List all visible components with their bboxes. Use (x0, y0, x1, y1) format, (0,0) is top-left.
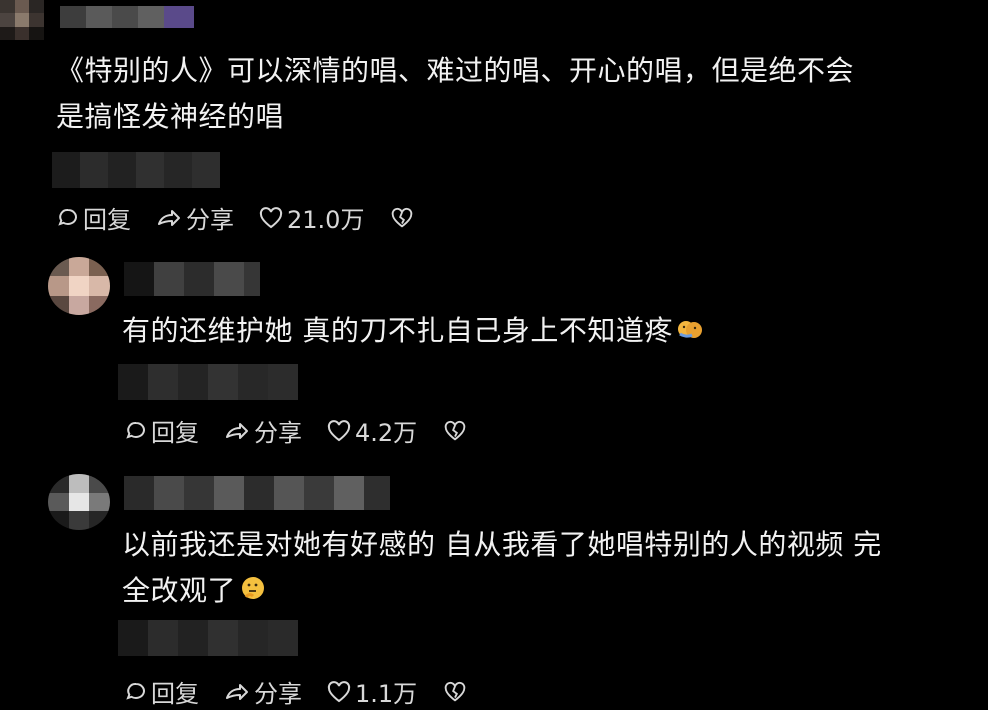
reply-label: 回复 (151, 680, 199, 708)
share-button[interactable]: 分享 (223, 413, 302, 448)
username-blurred[interactable] (60, 6, 194, 28)
share-label: 分享 (254, 680, 302, 708)
share-label: 分享 (186, 206, 234, 234)
share-label: 分享 (254, 419, 302, 447)
share-button[interactable]: 分享 (155, 200, 234, 235)
reply-icon (58, 208, 77, 226)
share-icon (226, 422, 248, 439)
reply-label: 回复 (151, 419, 199, 447)
broken-heart-icon (444, 681, 466, 701)
timestamp-blurred (118, 620, 298, 656)
comment-actions: 回复 分享 4.2万 (124, 413, 494, 448)
like-count: 21.0万 (287, 206, 365, 234)
like-count: 4.2万 (355, 419, 418, 447)
dislike-button[interactable] (390, 206, 417, 230)
reply-icon (126, 421, 145, 439)
avatar[interactable] (48, 474, 110, 530)
avatar[interactable] (0, 0, 44, 40)
comment-actions: 回复 分享 21.0万 (56, 200, 441, 235)
heart-icon (327, 680, 351, 702)
username-blurred[interactable] (124, 476, 390, 510)
broken-heart-icon (392, 207, 413, 227)
like-button[interactable]: 4.2万 (326, 413, 417, 448)
heart-icon (327, 419, 351, 441)
comment-text: 有的还维护她 真的刀不扎自己身上不知道疼 (122, 308, 703, 355)
reply-label: 回复 (83, 206, 131, 234)
comment-actions: 回复 分享 1.1万 (124, 674, 494, 709)
broken-heart-icon (444, 420, 466, 440)
reply-button[interactable]: 回复 (124, 674, 199, 709)
reply-button[interactable]: 回复 (56, 200, 131, 235)
timestamp-blurred (52, 152, 220, 188)
reply-button[interactable]: 回复 (124, 413, 199, 448)
like-button[interactable]: 21.0万 (258, 200, 364, 235)
reply-icon (126, 682, 145, 700)
avatar[interactable] (48, 257, 110, 315)
heart-icon (259, 206, 283, 228)
hugging-faces-emoji (677, 309, 703, 355)
like-button[interactable]: 1.1万 (326, 674, 417, 709)
thinking-face-emoji (240, 569, 266, 615)
share-icon (226, 683, 248, 700)
dislike-button[interactable] (443, 419, 470, 443)
comment-text: 以前我还是对她有好感的 自从我看了她唱特别的人的视频 完 全改观了 (122, 522, 882, 615)
timestamp-blurred (118, 364, 298, 400)
share-icon (158, 209, 180, 226)
like-count: 1.1万 (355, 680, 418, 708)
username-blurred[interactable] (124, 262, 260, 296)
dislike-button[interactable] (443, 680, 470, 704)
comment-text: 《特别的人》可以深情的唱、难过的唱、开心的唱，但是绝不会 是搞怪发神经的唱 (56, 54, 855, 133)
share-button[interactable]: 分享 (223, 674, 302, 709)
